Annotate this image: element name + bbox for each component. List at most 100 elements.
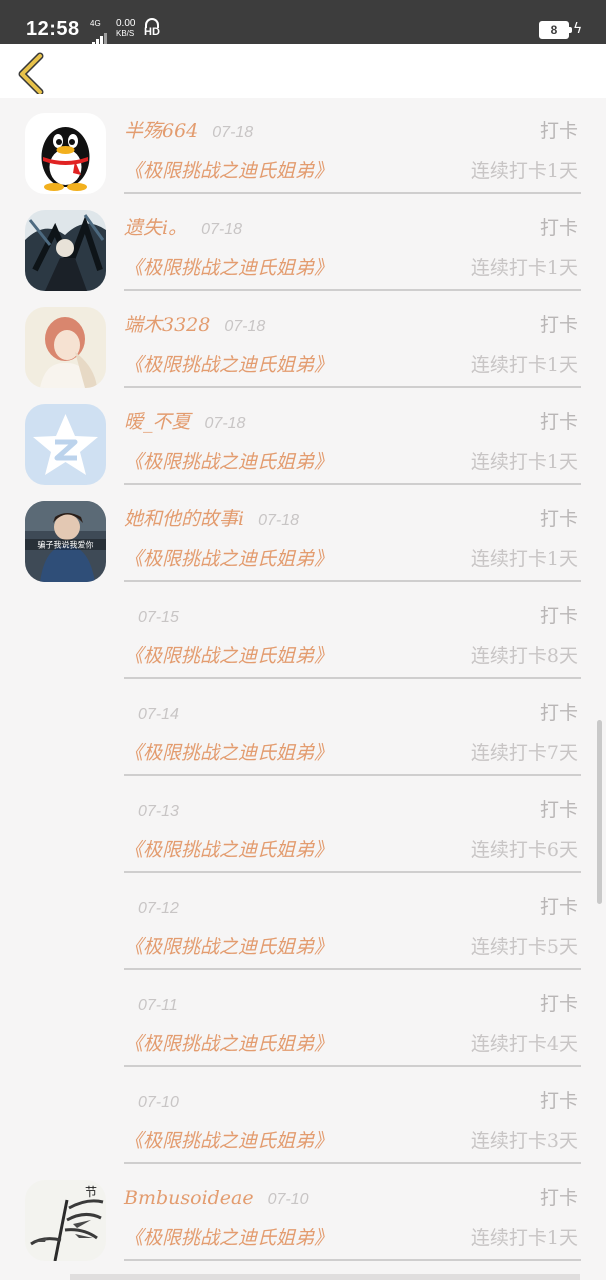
scrollbar[interactable]	[597, 720, 602, 904]
username[interactable]: 她和他的故事i	[124, 508, 244, 530]
book-title[interactable]: 《极限挑战之迪氏姐弟》	[124, 352, 333, 378]
book-title[interactable]: 《极限挑战之迪氏姐弟》	[124, 643, 333, 669]
streak-count: 连续打卡1天	[470, 548, 578, 570]
checkin-date: 07-10	[138, 1094, 179, 1111]
streak-count: 连续打卡1天	[470, 1227, 578, 1249]
checkin-row[interactable]: 07-13 打卡 《极限挑战之迪氏姐弟》 连续打卡6天	[0, 777, 606, 874]
checkin-action[interactable]: 打卡	[540, 1185, 578, 1211]
checkin-action[interactable]: 打卡	[540, 991, 578, 1017]
book-title[interactable]: 《极限挑战之迪氏姐弟》	[124, 1225, 333, 1251]
divider	[124, 580, 581, 582]
avatar[interactable]: 骗子我说我爱你	[25, 501, 106, 582]
username[interactable]: Bmbusoideae	[124, 1187, 254, 1209]
avatar-caption: 骗子我说我爱你	[38, 540, 94, 550]
checkin-row[interactable]: 遗失i。 07-18 打卡 《极限挑战之迪氏姐弟》 连续打卡1天	[0, 195, 606, 292]
checkin-action[interactable]: 打卡	[540, 312, 578, 338]
checkin-row[interactable]: 节 Bmbusoideae 07-10 打卡 《极限挑战之迪氏姐弟》 连续打卡1天	[0, 1165, 606, 1262]
back-button[interactable]	[12, 50, 56, 96]
divider	[124, 1065, 581, 1067]
anime-girl-avatar	[25, 307, 106, 388]
avatar[interactable]	[25, 307, 106, 388]
checkin-date: 07-18	[204, 415, 246, 432]
checkin-row[interactable]: 07-12 打卡 《极限挑战之迪氏姐弟》 连续打卡5天	[0, 874, 606, 971]
hd-label: HD	[144, 26, 160, 38]
book-title[interactable]: 《极限挑战之迪氏姐弟》	[124, 740, 333, 766]
divider	[124, 386, 581, 388]
checkin-row[interactable]: 骗子我说我爱你 她和他的故事i 07-18 打卡 《极限挑战之迪氏姐弟》 连续打卡…	[0, 486, 606, 583]
nav-bar	[0, 44, 606, 98]
username[interactable]: 端木3328	[124, 314, 210, 336]
divider	[124, 677, 581, 679]
divider	[124, 483, 581, 485]
checkin-row[interactable]: 暧_不夏 07-18 打卡 《极限挑战之迪氏姐弟》 连续打卡1天	[0, 389, 606, 486]
checkin-row[interactable]: 07-11 打卡 《极限挑战之迪氏姐弟》 连续打卡4天	[0, 971, 606, 1068]
checkin-row[interactable]: 半殇664 07-18 打卡 《极限挑战之迪氏姐弟》 连续打卡1天	[0, 98, 606, 195]
bottom-edge	[70, 1274, 580, 1280]
checkin-date: 07-13	[138, 803, 179, 820]
book-title[interactable]: 《极限挑战之迪氏姐弟》	[124, 546, 333, 572]
streak-count: 连续打卡1天	[470, 354, 578, 376]
checkin-row[interactable]: 07-10 打卡 《极限挑战之迪氏姐弟》 连续打卡3天	[0, 1068, 606, 1165]
streak-count: 连续打卡1天	[470, 257, 578, 279]
signal-icon: 4G	[90, 19, 112, 46]
checkin-date: 07-18	[212, 124, 254, 141]
anime-art-avatar	[25, 210, 106, 291]
checkin-action[interactable]: 打卡	[540, 700, 578, 726]
streak-count: 连续打卡3天	[470, 1130, 578, 1152]
book-title[interactable]: 《极限挑战之迪氏姐弟》	[124, 934, 333, 960]
divider	[124, 968, 581, 970]
hd-call-icon: HD	[144, 18, 162, 40]
checkin-action[interactable]: 打卡	[540, 409, 578, 435]
chevron-left-icon	[18, 52, 44, 96]
book-title[interactable]: 《极限挑战之迪氏姐弟》	[124, 837, 333, 863]
book-title[interactable]: 《极限挑战之迪氏姐弟》	[124, 255, 333, 281]
checkin-date: 07-10	[267, 1191, 309, 1208]
checkin-date: 07-15	[138, 609, 179, 626]
book-title[interactable]: 《极限挑战之迪氏姐弟》	[124, 1128, 333, 1154]
qq-penguin-icon	[25, 113, 106, 194]
divider	[124, 774, 581, 776]
checkin-action[interactable]: 打卡	[540, 215, 578, 241]
book-title[interactable]: 《极限挑战之迪氏姐弟》	[124, 158, 333, 184]
checkin-action[interactable]: 打卡	[540, 118, 578, 144]
divider	[124, 192, 581, 194]
avatar[interactable]: 节	[25, 1180, 106, 1261]
streak-count: 连续打卡7天	[470, 742, 578, 764]
checkin-date: 07-14	[138, 706, 179, 723]
checkin-action[interactable]: 打卡	[540, 603, 578, 629]
checkin-date: 07-18	[258, 512, 299, 529]
username[interactable]: 遗失i。	[124, 217, 187, 239]
checkin-action[interactable]: 打卡	[540, 894, 578, 920]
network-speed: 0.00 KB/S	[116, 19, 135, 39]
checkin-date: 07-12	[138, 900, 179, 917]
divider	[124, 1259, 581, 1261]
checkin-list: 半殇664 07-18 打卡 《极限挑战之迪氏姐弟》 连续打卡1天 遗失i。 07-…	[0, 98, 606, 1262]
streak-count: 连续打卡6天	[470, 839, 578, 861]
status-bar: 12:58 4G 0.00 KB/S HD 8 ϟ	[0, 0, 606, 46]
avatar[interactable]	[25, 113, 106, 194]
battery-icon: 8	[539, 21, 572, 39]
streak-count: 连续打卡1天	[470, 160, 578, 182]
streak-count: 连续打卡4天	[470, 1033, 578, 1055]
book-title[interactable]: 《极限挑战之迪氏姐弟》	[124, 449, 333, 475]
username[interactable]: 半殇664	[124, 120, 198, 142]
checkin-date: 07-18	[201, 221, 242, 238]
divider	[124, 1162, 581, 1164]
divider	[124, 289, 581, 291]
bamboo-painting-avatar: 节	[25, 1180, 106, 1261]
checkin-action[interactable]: 打卡	[540, 1088, 578, 1114]
checkin-row[interactable]: 07-15 打卡 《极限挑战之迪氏姐弟》 连续打卡8天	[0, 583, 606, 680]
streak-count: 连续打卡8天	[470, 645, 578, 667]
avatar-caption: 节	[85, 1185, 97, 1199]
avatar[interactable]	[25, 404, 106, 485]
checkin-row[interactable]: 07-14 打卡 《极限挑战之迪氏姐弟》 连续打卡7天	[0, 680, 606, 777]
avatar[interactable]	[25, 210, 106, 291]
status-time: 12:58	[26, 18, 80, 40]
checkin-action[interactable]: 打卡	[540, 797, 578, 823]
speed-unit: KB/S	[116, 29, 135, 38]
checkin-action[interactable]: 打卡	[540, 506, 578, 532]
checkin-row[interactable]: 端木3328 07-18 打卡 《极限挑战之迪氏姐弟》 连续打卡1天	[0, 292, 606, 389]
username[interactable]: 暧_不夏	[124, 411, 191, 433]
charging-icon: ϟ	[573, 21, 583, 37]
book-title[interactable]: 《极限挑战之迪氏姐弟》	[124, 1031, 333, 1057]
